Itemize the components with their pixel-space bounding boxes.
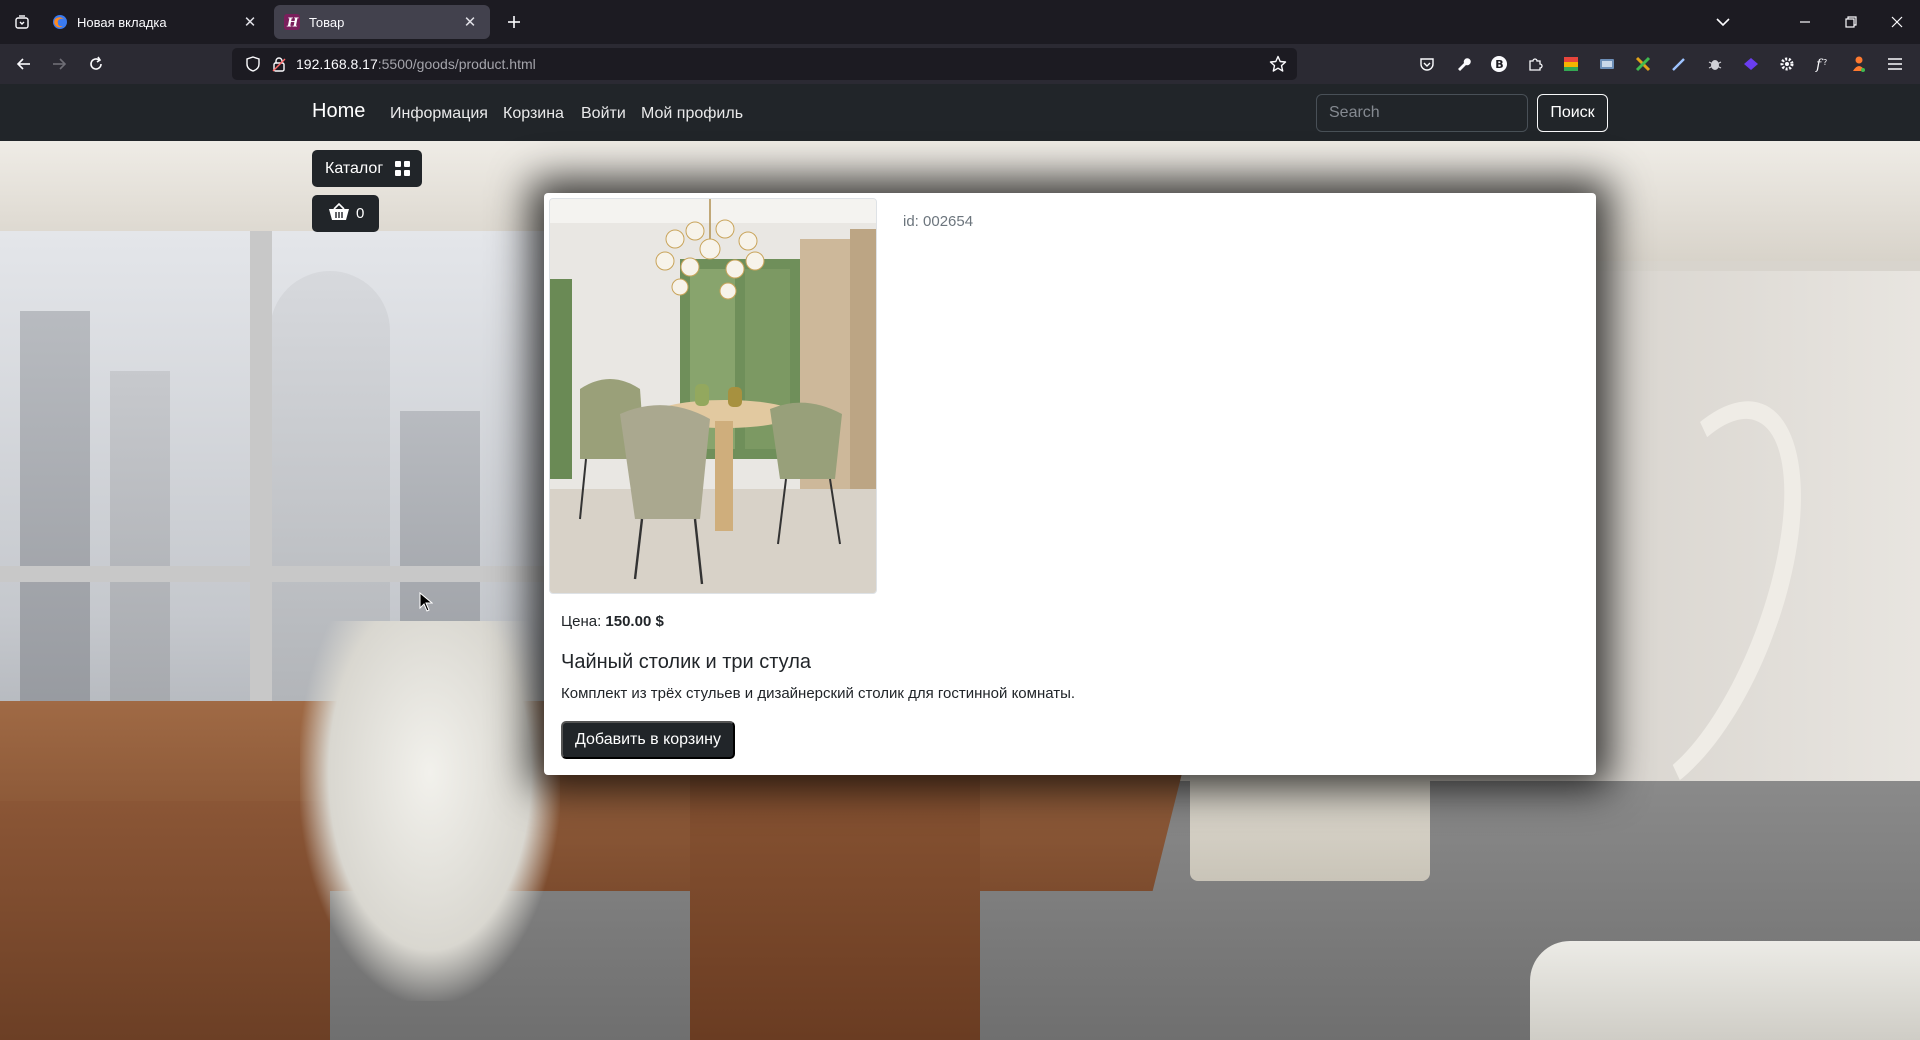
list-all-tabs-chevron-icon[interactable] <box>1708 8 1738 36</box>
tab-title: Новая вкладка <box>77 14 167 30</box>
grid-icon <box>395 161 411 176</box>
color-picker-extension-icon[interactable] <box>1561 54 1581 74</box>
search-button[interactable]: Поиск <box>1537 94 1608 132</box>
tab-list-icon[interactable] <box>8 8 36 36</box>
wooden-cabinet <box>0 801 330 1040</box>
catalog-button[interactable]: Каталог <box>312 150 422 187</box>
back-arrow-icon[interactable] <box>10 50 38 78</box>
close-tab-icon[interactable]: ✕ <box>240 12 260 32</box>
basket-icon <box>328 202 350 225</box>
screen-extension-icon[interactable] <box>1597 54 1617 74</box>
url-bar[interactable]: 192.168.8.17:5500/goods/product.html <box>232 48 1297 80</box>
brand-home-link[interactable]: Home <box>312 100 365 123</box>
bug-extension-icon[interactable] <box>1705 54 1725 74</box>
insecure-lock-icon[interactable] <box>270 55 288 73</box>
price-value: 150.00 $ <box>605 613 664 630</box>
cart-button[interactable]: 0 <box>312 195 379 232</box>
forward-arrow-icon[interactable] <box>45 50 73 78</box>
new-tab-plus-icon[interactable] <box>502 10 526 34</box>
product-title: Чайный столик и три стула <box>561 651 812 673</box>
price-label: Цена: <box>561 613 602 630</box>
svg-text:H: H <box>286 16 299 30</box>
app-menu-hamburger-icon[interactable] <box>1885 54 1905 74</box>
nav-link-info[interactable]: Информация <box>390 105 488 123</box>
product-card: id: 002654 Цена: 150.00 $ Чайный столик … <box>544 193 1596 775</box>
product-price: Цена: 150.00 $ <box>561 613 664 630</box>
cart-count: 0 <box>356 205 365 222</box>
wrench-icon[interactable] <box>1453 54 1473 74</box>
add-to-cart-button[interactable]: Добавить в корзину <box>561 721 735 759</box>
url-host: 192.168.8.17 <box>296 56 378 72</box>
function-extension-icon[interactable]: f? <box>1813 54 1833 74</box>
reload-icon[interactable] <box>82 50 110 78</box>
extensions-puzzle-icon[interactable] <box>1525 54 1545 74</box>
site-favicon-icon: H <box>284 14 300 30</box>
profile-extension-icon[interactable] <box>1849 54 1869 74</box>
svg-text:B: B <box>1495 58 1503 71</box>
product-id: id: 002654 <box>903 213 974 230</box>
catalog-label: Каталог <box>325 159 384 177</box>
sofa <box>1530 941 1920 1040</box>
product-image <box>549 198 877 594</box>
nav-link-profile[interactable]: Мой профиль <box>641 105 743 123</box>
tab-product[interactable]: H Товар ✕ <box>274 5 490 39</box>
url-path: :5500/goods/product.html <box>377 56 536 72</box>
search-input[interactable] <box>1316 94 1528 132</box>
mouse-cursor-icon <box>419 591 434 612</box>
svg-text:?: ? <box>1823 58 1827 67</box>
site-navbar: Home Информация Корзина Войти Мой профил… <box>0 84 1920 141</box>
product-description: Комплект из трёх стульев и дизайнерский … <box>561 685 1076 702</box>
firefox-icon <box>52 14 68 30</box>
restore-icon[interactable] <box>1836 8 1866 36</box>
minimize-icon[interactable] <box>1790 8 1820 36</box>
gear-icon[interactable] <box>1777 54 1797 74</box>
close-window-icon[interactable] <box>1882 8 1912 36</box>
browser-tab-strip: Новая вкладка ✕ H Товар ✕ <box>0 0 1920 44</box>
desk-pedestal <box>690 761 980 1040</box>
nav-link-cart[interactable]: Корзина <box>503 105 564 123</box>
tab-new-tab[interactable]: Новая вкладка ✕ <box>42 5 270 39</box>
close-tab-icon[interactable]: ✕ <box>460 12 480 32</box>
nav-link-login[interactable]: Войти <box>581 105 626 123</box>
cross-tools-extension-icon[interactable] <box>1633 54 1653 74</box>
extension-b-icon[interactable]: B <box>1489 54 1509 74</box>
purple-extension-icon[interactable] <box>1741 54 1761 74</box>
browser-toolbar: 192.168.8.17:5500/goods/product.html B f… <box>0 44 1920 84</box>
pocket-icon[interactable] <box>1417 54 1437 74</box>
bookmark-star-icon[interactable] <box>1269 55 1287 73</box>
office-chair <box>300 621 560 1001</box>
tab-title: Товар <box>309 14 345 30</box>
tracking-protection-shield-icon[interactable] <box>244 55 262 73</box>
pen-extension-icon[interactable] <box>1669 54 1689 74</box>
